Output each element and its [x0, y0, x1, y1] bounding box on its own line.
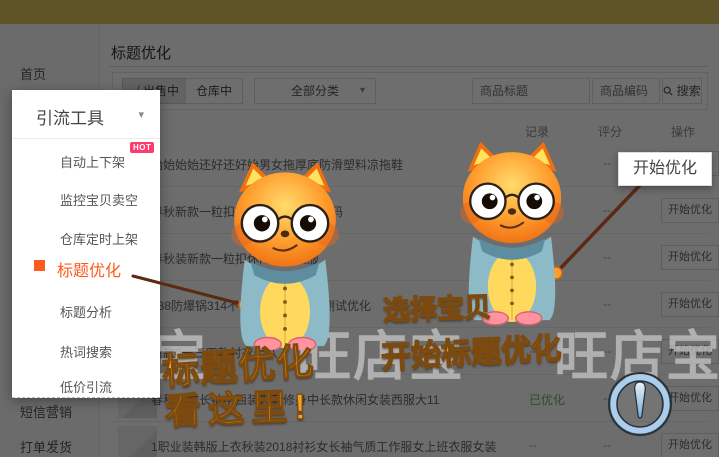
divider	[12, 138, 160, 139]
handwriting-look-here: 看这里!	[164, 377, 314, 434]
menu-item-label: 自动上下架	[60, 155, 125, 170]
fox-mascot-left	[217, 158, 353, 350]
callout-label: 开始优化	[633, 160, 697, 177]
top-navbar	[0, 0, 719, 24]
menu-item[interactable]: 标题分析	[60, 302, 112, 321]
menu-item-label: 标题优化	[57, 263, 121, 280]
menu-item[interactable]: 自动上下架 HOT	[60, 152, 125, 171]
menu-item-label: 监控宝贝卖空	[60, 193, 138, 208]
fox-illustration	[217, 158, 353, 350]
menu-item-label: 低价引流	[60, 380, 112, 395]
traffic-tools-menu: 引流工具 ▾ 自动上下架 HOT 监控宝贝卖空 仓库定时上架 标题优化 标题	[12, 90, 160, 398]
menu-item-label: 标题分析	[60, 305, 112, 320]
menu-item[interactable]: 监控宝贝卖空	[60, 190, 138, 209]
exclamation-circle-icon	[606, 370, 674, 438]
menu-item-label: 热词搜索	[60, 345, 112, 360]
menu-item[interactable]: 标题优化	[57, 257, 121, 281]
handwriting-select-item: 选择宝贝	[382, 285, 491, 328]
handwriting-start-title-optimize: 开始标题优化	[380, 323, 562, 376]
hot-badge: HOT	[130, 142, 154, 153]
start-optimize-callout[interactable]: 开始优化	[618, 152, 712, 186]
menu-title: 引流工具	[36, 104, 104, 129]
menu-item-label: 仓库定时上架	[60, 232, 138, 247]
active-square-bullet	[34, 260, 45, 271]
menu-item[interactable]: 低价引流	[60, 377, 112, 396]
menu-item[interactable]: 热词搜索	[60, 342, 112, 361]
chevron-down-icon[interactable]: ▾	[138, 108, 144, 121]
menu-item[interactable]: 仓库定时上架	[60, 229, 138, 248]
